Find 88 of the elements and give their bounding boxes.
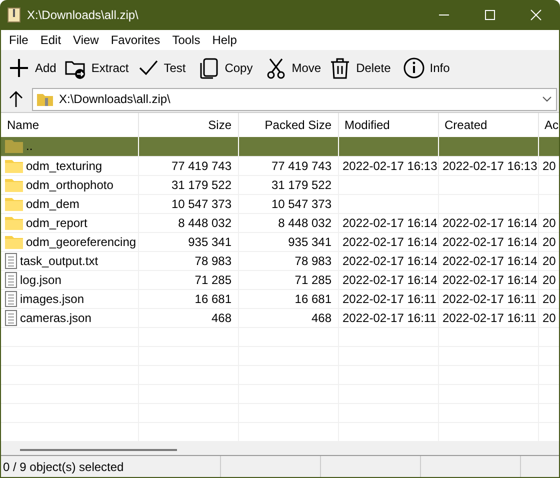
- file-icon: [5, 252, 17, 268]
- archive-icon: [7, 7, 21, 23]
- file-name[interactable]: task_output.txt: [20, 252, 98, 269]
- table-cell: 77 419 743: [171, 158, 232, 172]
- table-cell: 31 179 522: [171, 178, 232, 192]
- toolbar-button[interactable]: Extract: [60, 52, 133, 84]
- scissors-icon: [264, 57, 287, 79]
- file-name[interactable]: odm_dem: [26, 194, 80, 212]
- table-cell: 2022-02-17 16:14: [442, 234, 537, 248]
- file-icon: [5, 290, 17, 306]
- window-title: X:\Downloads\all.zip\: [27, 7, 138, 24]
- folder-icon: [5, 178, 23, 192]
- folder-icon: [5, 158, 23, 172]
- trash-icon: [329, 57, 352, 79]
- menu-item[interactable]: Help: [206, 31, 243, 49]
- table-cell: 2022-02-17 16:11: [442, 292, 536, 306]
- file-icon: [5, 310, 17, 326]
- dropdown-icon[interactable]: [542, 96, 552, 102]
- table-cell: 71 285: [294, 272, 332, 286]
- file-name[interactable]: images.json: [20, 290, 84, 307]
- table-cell: 20: [542, 310, 556, 324]
- table-cell: 2022-02-17 16:11: [342, 310, 436, 324]
- table-cell: 935 341: [188, 234, 232, 248]
- up-arrow-icon: [8, 90, 24, 108]
- table-cell: 16 681: [294, 292, 332, 306]
- file-name[interactable]: log.json: [20, 270, 62, 288]
- table-cell: 2022-02-17 16:11: [442, 310, 536, 324]
- table-cell: 20: [542, 234, 556, 248]
- scrollbar-thumb[interactable]: [20, 449, 177, 451]
- plus-icon: [8, 57, 30, 79]
- table-cell: 2022-02-17 16:14: [342, 216, 437, 230]
- file-name[interactable]: odm_georeferencing: [26, 232, 136, 250]
- copy-icon: [198, 57, 220, 79]
- status-text: 0 / 9 object(s) selected: [1, 456, 221, 477]
- menu-item[interactable]: Tools: [166, 31, 206, 49]
- file-name[interactable]: cameras.json: [20, 308, 92, 326]
- table-cell: 2022-02-17 16:14: [342, 254, 437, 268]
- menu-item[interactable]: View: [67, 31, 105, 49]
- folder-icon: [5, 139, 23, 154]
- table-cell: 20: [542, 254, 556, 268]
- table-cell: 20: [542, 272, 556, 286]
- table-cell: 2022-02-17 16:14: [442, 272, 537, 286]
- menu-item[interactable]: Edit: [34, 31, 68, 49]
- folder-icon: [5, 216, 23, 230]
- table-cell: 20: [542, 292, 556, 306]
- table-cell: 8 448 032: [178, 216, 232, 230]
- table-cell: 71 285: [194, 272, 232, 286]
- toolbar-button[interactable]: Info: [398, 52, 454, 84]
- table-cell: 10 547 373: [271, 196, 332, 210]
- table-cell: 468: [211, 310, 232, 324]
- file-icon: [5, 272, 17, 288]
- menu-item[interactable]: Favorites: [104, 31, 166, 49]
- toolbar-button[interactable]: Move: [260, 52, 326, 84]
- info-icon: [402, 57, 425, 79]
- table-cell: 935 341: [288, 234, 332, 248]
- table-cell: 77 419 743: [271, 158, 332, 172]
- table-cell: 2022-02-17 16:13: [442, 158, 537, 172]
- table-cell: 10 547 373: [171, 196, 232, 210]
- maximize-icon: [484, 9, 496, 21]
- toolbar-button[interactable]: Delete: [325, 52, 395, 84]
- address-combo-box[interactable]: X:\Downloads\all.zip\: [32, 88, 557, 110]
- table-cell: 20: [542, 158, 556, 172]
- table-cell: 2022-02-17 16:14: [342, 272, 437, 286]
- folder-icon: [5, 196, 23, 210]
- table-cell: 20: [542, 216, 556, 230]
- table-cell: 2022-02-17 16:13: [342, 158, 437, 172]
- file-name[interactable]: ..: [26, 137, 33, 155]
- toolbar-button[interactable]: Test: [132, 52, 190, 84]
- table-cell: 2022-02-17 16:14: [442, 216, 537, 230]
- table-cell: 2022-02-17 16:14: [442, 254, 537, 268]
- table-cell: 16 681: [194, 292, 232, 306]
- table-cell: 78 983: [194, 254, 232, 268]
- folder-icon: [5, 234, 23, 248]
- close-icon: [530, 9, 542, 21]
- selected-row[interactable]: ..: [1, 137, 559, 156]
- table-cell: 31 179 522: [271, 178, 332, 192]
- table-cell: 8 448 032: [278, 216, 332, 230]
- table-cell: 2022-02-17 16:11: [342, 292, 436, 306]
- table-cell: 78 983: [294, 254, 332, 268]
- table-cell: 2022-02-17 16:14: [342, 234, 437, 248]
- folder-icon: [37, 92, 53, 106]
- toolbar-button[interactable]: Add: [4, 52, 60, 84]
- table-cell: 468: [311, 310, 332, 324]
- menu-item[interactable]: File: [3, 31, 34, 49]
- file-name[interactable]: odm_report: [26, 214, 88, 231]
- file-name[interactable]: odm_texturing: [26, 156, 102, 174]
- toolbar-button[interactable]: Copy: [194, 52, 257, 84]
- file-name[interactable]: odm_orthophoto: [26, 176, 114, 193]
